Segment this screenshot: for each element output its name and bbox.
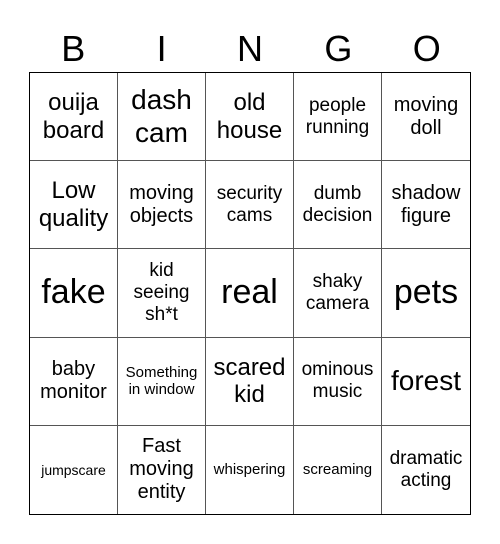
cell-label: old house bbox=[216, 89, 283, 144]
header-letter-b: B bbox=[61, 28, 86, 69]
cell-label: pets bbox=[393, 273, 459, 312]
cell-label: security cams bbox=[216, 182, 283, 226]
cell-label: whispering bbox=[213, 461, 286, 479]
cell-label: screaming bbox=[302, 461, 373, 479]
bingo-cell[interactable]: scared kid bbox=[206, 337, 294, 426]
cell-label: kid seeing sh*t bbox=[133, 260, 190, 325]
cell-label: scared kid bbox=[213, 353, 286, 409]
bingo-cell[interactable]: people running bbox=[294, 73, 382, 162]
bingo-cell[interactable]: real bbox=[206, 249, 294, 338]
bingo-cell[interactable]: shaky camera bbox=[294, 249, 382, 338]
bingo-cell[interactable]: old house bbox=[206, 73, 294, 162]
cell-label: dramatic acting bbox=[389, 448, 463, 491]
bingo-cell[interactable]: moving objects bbox=[118, 161, 206, 250]
bingo-cell[interactable]: dramatic acting bbox=[382, 426, 470, 514]
bingo-header: B I N G O bbox=[29, 26, 471, 72]
cell-label: shadow figure bbox=[391, 181, 461, 227]
cell-label: Something in window bbox=[125, 363, 198, 399]
bingo-cell[interactable]: ouija board bbox=[30, 73, 118, 162]
cell-label: dumb decision bbox=[302, 182, 373, 226]
bingo-cell[interactable]: moving doll bbox=[382, 73, 470, 162]
cell-label: people running bbox=[305, 94, 370, 138]
bingo-cell[interactable]: fake bbox=[30, 249, 118, 338]
header-letter-g: G bbox=[324, 28, 353, 69]
cell-label: ominous music bbox=[301, 359, 374, 403]
cell-label: moving objects bbox=[129, 181, 194, 227]
bingo-cell[interactable]: shadow figure bbox=[382, 161, 470, 250]
cell-label: fake bbox=[41, 273, 106, 312]
bingo-cell[interactable]: ominous music bbox=[294, 337, 382, 426]
cell-label: moving doll bbox=[393, 93, 459, 139]
bingo-cell[interactable]: whispering bbox=[206, 425, 294, 514]
bingo-cell[interactable]: jumpscare bbox=[30, 425, 118, 514]
cell-label: baby monitor bbox=[40, 358, 107, 404]
bingo-cell[interactable]: pets bbox=[382, 249, 470, 338]
cell-label: real bbox=[221, 273, 278, 312]
bingo-cell[interactable]: baby monitor bbox=[30, 337, 118, 426]
bingo-cell[interactable]: Low quality bbox=[30, 161, 118, 250]
bingo-cell[interactable]: dash cam bbox=[118, 73, 206, 162]
bingo-cell[interactable]: Fast moving entity bbox=[118, 425, 206, 514]
bingo-cell[interactable]: forest bbox=[382, 338, 470, 426]
cell-label: Fast moving entity bbox=[129, 435, 194, 504]
bingo-cell[interactable]: screaming bbox=[294, 425, 382, 514]
cell-label: ouija board bbox=[42, 89, 105, 144]
bingo-cell[interactable]: Something in window bbox=[118, 337, 206, 426]
cell-label: shaky camera bbox=[305, 271, 370, 314]
header-letter-i: I bbox=[156, 28, 167, 69]
bingo-cell[interactable]: kid seeing sh*t bbox=[118, 249, 206, 338]
cell-label: dash cam bbox=[131, 84, 192, 148]
header-letter-n: N bbox=[236, 28, 263, 69]
header-letter-o: O bbox=[412, 28, 441, 69]
cell-label: Low quality bbox=[38, 177, 109, 232]
bingo-cell[interactable]: dumb decision bbox=[294, 161, 382, 250]
bingo-cell[interactable]: security cams bbox=[206, 161, 294, 250]
bingo-board: ouija board dash cam old house people ru… bbox=[29, 72, 471, 515]
cell-label: jumpscare bbox=[41, 461, 106, 478]
cell-label: forest bbox=[390, 365, 462, 397]
